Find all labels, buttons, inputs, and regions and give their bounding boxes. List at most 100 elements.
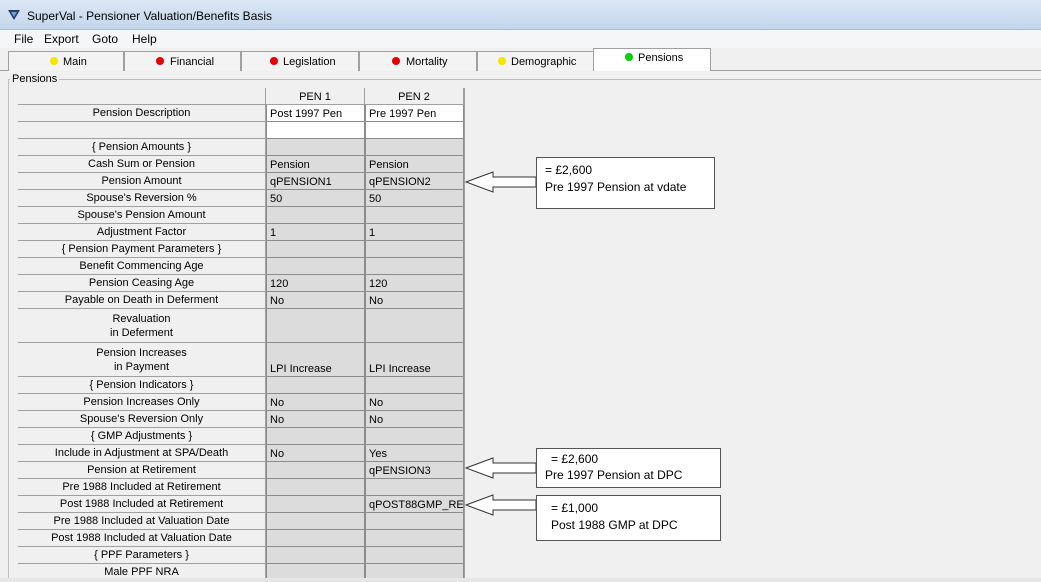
cell-pen2-revaluation-in-deferment[interactable]	[365, 309, 464, 343]
cell-pen2-pension-increases-in-payment[interactable]: LPI Increase	[365, 343, 464, 377]
row-label-post-1988-included-at-retirement: Post 1988 Included at Retirement	[18, 496, 266, 513]
cell-pen1-benefit-commencing-age[interactable]	[266, 258, 365, 275]
cell-pen1-blank[interactable]	[266, 122, 365, 139]
row-label-pension-indicators-section: { Pension Indicators }	[18, 377, 266, 394]
row-label-spouses-pension-amount: Spouse's Pension Amount	[18, 207, 266, 224]
cell-pen2-cash-sum-or-pension[interactable]: Pension	[365, 156, 464, 173]
callout-description: Pre 1997 Pension at vdate	[545, 180, 687, 194]
column-header-pen2: PEN 2	[365, 88, 464, 105]
cell-pen1-pension-indicators-section[interactable]	[266, 377, 365, 394]
cell-pen1-post-1988-included-at-retirement[interactable]	[266, 496, 365, 513]
callout-pension-dpc: = £2,600 Pre 1997 Pension at DPC	[536, 448, 721, 488]
cell-pen2-pension-increases-only[interactable]: No	[365, 394, 464, 411]
cell-pen1-gmp-adjustments-section[interactable]	[266, 428, 365, 445]
cell-pen1-revaluation-in-deferment[interactable]	[266, 309, 365, 343]
tab-label: Financial	[170, 56, 215, 68]
callout-value: = £1,000	[551, 501, 599, 515]
callout-pension-vdate: = £2,600 Pre 1997 Pension at vdate	[536, 157, 715, 209]
tab-main[interactable]: Main	[8, 51, 124, 71]
tab-financial[interactable]: Financial	[124, 51, 241, 71]
cell-pen1-adjustment-factor[interactable]: 1	[266, 224, 365, 241]
menu-help[interactable]: Help	[132, 32, 157, 46]
cell-pen2-adjustment-factor[interactable]: 1	[365, 224, 464, 241]
grid-corner	[18, 88, 266, 105]
row-label-gmp-adjustments-section: { GMP Adjustments }	[18, 428, 266, 445]
tab-label: Mortality	[406, 56, 448, 68]
cell-pen2-blank[interactable]	[365, 122, 464, 139]
row-label-pension-description: Pension Description	[18, 105, 266, 122]
cell-pen1-pension-payment-parameters-section[interactable]	[266, 241, 365, 258]
cell-pen1-pension-amount[interactable]: qPENSION1	[266, 173, 365, 190]
title-bar: SuperVal - Pensioner Valuation/Benefits …	[0, 0, 1041, 30]
cell-pen2-ppf-parameters-section[interactable]	[365, 547, 464, 564]
cell-pen2-payable-on-death-in-deferment[interactable]: No	[365, 292, 464, 309]
tab-demographic[interactable]: Demographic	[477, 51, 595, 71]
arrow-left-icon	[465, 457, 537, 479]
tab-label: Legislation	[283, 56, 336, 68]
status-dot-icon	[625, 53, 633, 61]
cell-pen2-pension-payment-parameters-section[interactable]	[365, 241, 464, 258]
cell-pen2-pre-1988-included-at-valuation-date[interactable]	[365, 513, 464, 530]
cell-pen1-pension-ceasing-age[interactable]: 120	[266, 275, 365, 292]
menu-file[interactable]: File	[14, 32, 33, 46]
tab-legislation[interactable]: Legislation	[241, 51, 359, 71]
cell-pen2-spouses-reversion-percent[interactable]: 50	[365, 190, 464, 207]
status-dot-icon	[50, 57, 58, 65]
cell-pen2-pension-ceasing-age[interactable]: 120	[365, 275, 464, 292]
row-label-adjustment-factor: Adjustment Factor	[18, 224, 266, 241]
row-label-pre-1988-included-at-retirement: Pre 1988 Included at Retirement	[18, 479, 266, 496]
group-title: Pensions	[10, 73, 60, 85]
cell-pen1-post-1988-included-at-valuation-date[interactable]	[266, 530, 365, 547]
app-logo-icon	[8, 10, 20, 20]
cell-pen1-spouses-reversion-only[interactable]: No	[266, 411, 365, 428]
cell-pen1-payable-on-death-in-deferment[interactable]: No	[266, 292, 365, 309]
row-label-payable-on-death-in-deferment: Payable on Death in Deferment	[18, 292, 266, 309]
cell-pen1-pension-amounts-section[interactable]	[266, 139, 365, 156]
row-label-pension-increases-only: Pension Increases Only	[18, 394, 266, 411]
callout-description: Post 1988 GMP at DPC	[551, 518, 678, 532]
row-label-revaluation-in-deferment: Revaluation in Deferment	[18, 309, 266, 343]
cell-pen1-spouses-pension-amount[interactable]	[266, 207, 365, 224]
cell-pen1-spouses-reversion-percent[interactable]: 50	[266, 190, 365, 207]
row-label-pension-payment-parameters-section: { Pension Payment Parameters }	[18, 241, 266, 258]
callout-gmp-dpc: = £1,000 Post 1988 GMP at DPC	[536, 495, 721, 541]
cell-pen1-pension-at-retirement[interactable]	[266, 462, 365, 479]
cell-pen2-benefit-commencing-age[interactable]	[365, 258, 464, 275]
tab-pensions[interactable]: Pensions	[593, 48, 711, 71]
row-label-pension-increases-in-payment: Pension Increases in Payment	[18, 343, 266, 377]
window-title: SuperVal - Pensioner Valuation/Benefits …	[27, 9, 273, 23]
cell-pen2-pension-amount[interactable]: qPENSION2	[365, 173, 464, 190]
row-label-spouses-reversion-only: Spouse's Reversion Only	[18, 411, 266, 428]
cell-pen2-pension-amounts-section[interactable]	[365, 139, 464, 156]
row-label-ppf-parameters-section: { PPF Parameters }	[18, 547, 266, 564]
menu-bar: File Export Goto Help	[0, 30, 1041, 48]
cell-pen2-pension-at-retirement[interactable]: qPENSION3	[365, 462, 464, 479]
cell-pen1-pre-1988-included-at-retirement[interactable]	[266, 479, 365, 496]
cell-pen1-ppf-parameters-section[interactable]	[266, 547, 365, 564]
cell-pen2-post-1988-included-at-retirement[interactable]: qPOST88GMP_RET	[365, 496, 464, 513]
row-label-cash-sum-or-pension: Cash Sum or Pension	[18, 156, 266, 173]
cell-pen2-pension-description[interactable]: Pre 1997 Pen	[365, 105, 464, 122]
cell-pen2-gmp-adjustments-section[interactable]	[365, 428, 464, 445]
cell-pen1-pension-increases-in-payment[interactable]: LPI Increase	[266, 343, 365, 377]
cell-pen1-pension-increases-only[interactable]: No	[266, 394, 365, 411]
cell-pen2-spouses-reversion-only[interactable]: No	[365, 411, 464, 428]
cell-pen1-include-in-adjustment[interactable]: No	[266, 445, 365, 462]
cell-pen2-post-1988-included-at-valuation-date[interactable]	[365, 530, 464, 547]
cell-pen1-pre-1988-included-at-valuation-date[interactable]	[266, 513, 365, 530]
menu-goto[interactable]: Goto	[92, 32, 118, 46]
status-dot-icon	[498, 57, 506, 65]
cell-pen1-cash-sum-or-pension[interactable]: Pension	[266, 156, 365, 173]
cell-pen2-pre-1988-included-at-retirement[interactable]	[365, 479, 464, 496]
tab-label: Pensions	[638, 52, 684, 64]
cell-pen2-pension-indicators-section[interactable]	[365, 377, 464, 394]
callout-value: = £2,600	[551, 452, 599, 466]
menu-export[interactable]: Export	[44, 32, 79, 46]
cell-pen2-include-in-adjustment[interactable]: Yes	[365, 445, 464, 462]
cell-pen1-pension-description[interactable]: Post 1997 Pen	[266, 105, 365, 122]
cell-pen2-spouses-pension-amount[interactable]	[365, 207, 464, 224]
tab-mortality[interactable]: Mortality	[359, 51, 477, 71]
row-label-pension-amounts-section: { Pension Amounts }	[18, 139, 266, 156]
callout-value: = £2,600	[545, 163, 593, 177]
row-label-pension-ceasing-age: Pension Ceasing Age	[18, 275, 266, 292]
